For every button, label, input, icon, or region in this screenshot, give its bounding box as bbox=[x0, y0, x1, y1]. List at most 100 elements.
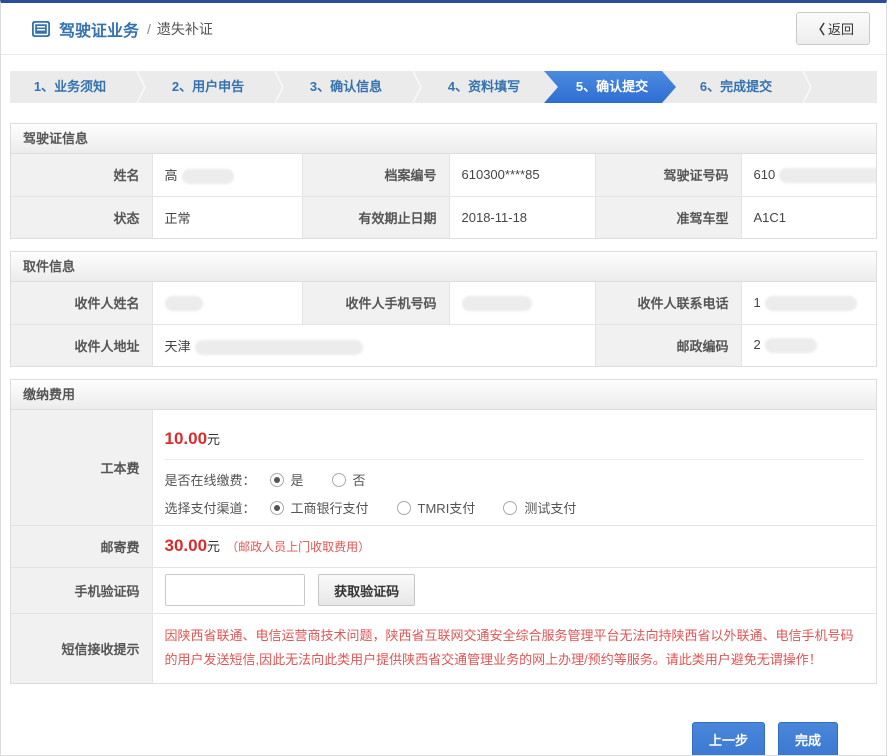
radio-label: 测试支付 bbox=[524, 498, 576, 517]
table-row: 状态 正常 有效期止日期 2018-11-18 准驾车型 A1C1 bbox=[11, 196, 876, 238]
status-label: 状态 bbox=[11, 196, 152, 238]
step-wizard: 1、业务须知 2、用户申告 3、确认信息 4、资料填写 5、确认提交 6、完成提… bbox=[10, 71, 877, 103]
license-number-label: 驾驶证号码 bbox=[595, 154, 741, 196]
header: 驾驶证业务 / 遗失补证 〈返回 bbox=[1, 3, 886, 55]
fees-section: 缴纳费用 工本费 10.00元 是否在线缴费： 是 bbox=[10, 379, 877, 684]
page-title: 驾驶证业务 bbox=[59, 17, 139, 41]
radio-label: 是 bbox=[291, 470, 304, 489]
verification-code-label: 手机验证码 bbox=[11, 567, 152, 613]
sms-notice-content: 因陕西省联通、电信运营商技术问题，陕西省互联网交通安全综合服务管理平台无法向持陕… bbox=[152, 613, 876, 683]
back-button-label: 返回 bbox=[828, 22, 854, 37]
mailing-fee-content: 30.00元（邮政人员上门收取费用） bbox=[152, 525, 876, 567]
radio-label: 工商银行支付 bbox=[291, 498, 369, 517]
postal-code-value: 2 bbox=[741, 324, 876, 366]
recipient-address-value: 天津 bbox=[152, 324, 595, 366]
step-2-user-declaration[interactable]: 2、用户申告 bbox=[148, 71, 268, 103]
vehicle-class-value: A1C1 bbox=[741, 196, 876, 238]
radio-option-tmri-pay[interactable]: TMRI支付 bbox=[397, 498, 476, 517]
expiry-date-value: 2018-11-18 bbox=[449, 196, 595, 238]
step-separator-icon bbox=[130, 71, 148, 103]
breadcrumb-current: 遗失补证 bbox=[157, 19, 213, 39]
name-label: 姓名 bbox=[11, 154, 152, 196]
file-number-label: 档案编号 bbox=[302, 154, 449, 196]
pickup-info-table: 收件人姓名 收件人手机号码 收件人联系电话 1 收件人地址 天津 邮政编码 2 bbox=[11, 282, 876, 366]
redaction-blur bbox=[165, 296, 203, 311]
radio-option-no[interactable]: 否 bbox=[332, 470, 366, 489]
mailing-fee-row: 邮寄费 30.00元（邮政人员上门收取费用） bbox=[11, 525, 876, 567]
payment-channel-question-row: 选择支付渠道： 工商银行支付 TMRI支付 测试支付 bbox=[165, 498, 865, 517]
radio-icon[interactable] bbox=[503, 501, 517, 515]
vehicle-class-label: 准驾车型 bbox=[595, 196, 741, 238]
step-4-fill-data[interactable]: 4、资料填写 bbox=[424, 71, 544, 103]
step-separator-icon bbox=[796, 71, 814, 103]
radio-icon[interactable] bbox=[270, 473, 284, 487]
online-payment-question-row: 是否在线缴费： 是 否 bbox=[165, 470, 865, 489]
radio-option-test-pay[interactable]: 测试支付 bbox=[503, 498, 576, 517]
previous-step-button[interactable]: 上一步 bbox=[692, 722, 765, 756]
redaction-blur bbox=[195, 340, 363, 355]
license-service-icon bbox=[31, 19, 51, 39]
fees-section-title: 缴纳费用 bbox=[11, 380, 876, 410]
fees-table: 工本费 10.00元 是否在线缴费： 是 否 bbox=[11, 410, 876, 683]
recipient-phone-value: 1 bbox=[741, 282, 876, 324]
verification-code-row: 手机验证码 获取验证码 bbox=[11, 567, 876, 613]
mailing-fee-note: （邮政人员上门收取费用） bbox=[226, 540, 370, 554]
expiry-date-label: 有效期止日期 bbox=[302, 196, 449, 238]
page: 驾驶证业务 / 遗失补证 〈返回 1、业务须知 2、用户申告 3、确认信息 4、… bbox=[0, 0, 887, 756]
redaction-blur bbox=[182, 169, 234, 184]
radio-icon[interactable] bbox=[397, 501, 411, 515]
radio-icon[interactable] bbox=[332, 473, 346, 487]
recipient-mobile-label: 收件人手机号码 bbox=[302, 282, 449, 324]
divider bbox=[165, 459, 865, 460]
license-section-title: 驾驶证信息 bbox=[11, 124, 876, 154]
verification-code-input[interactable] bbox=[165, 574, 305, 606]
footer-actions: 上一步 完成 bbox=[1, 722, 838, 756]
redaction-blur bbox=[765, 296, 857, 311]
sms-notice-text: 因陕西省联通、电信运营商技术问题，陕西省互联网交通安全综合服务管理平台无法向持陕… bbox=[165, 614, 865, 683]
step-3-confirm-info[interactable]: 3、确认信息 bbox=[286, 71, 406, 103]
mailing-fee-label: 邮寄费 bbox=[11, 525, 152, 567]
step-1-business-notice[interactable]: 1、业务须知 bbox=[10, 71, 130, 103]
finish-button[interactable]: 完成 bbox=[778, 722, 838, 756]
step-separator-icon bbox=[268, 71, 286, 103]
production-fee-amount: 10.00元 bbox=[165, 417, 865, 459]
pickup-section-title: 取件信息 bbox=[11, 252, 876, 282]
radio-option-yes[interactable]: 是 bbox=[270, 470, 304, 489]
radio-option-icbc-pay[interactable]: 工商银行支付 bbox=[270, 498, 369, 517]
sms-notice-row: 短信接收提示 因陕西省联通、电信运营商技术问题，陕西省互联网交通安全综合服务管理… bbox=[11, 613, 876, 683]
step-6-complete-submit[interactable]: 6、完成提交 bbox=[676, 71, 796, 103]
verification-code-content: 获取验证码 bbox=[152, 567, 876, 613]
recipient-phone-label: 收件人联系电话 bbox=[595, 282, 741, 324]
step-separator-icon bbox=[406, 71, 424, 103]
production-fee-row: 工本费 10.00元 是否在线缴费： 是 否 bbox=[11, 410, 876, 525]
back-button[interactable]: 〈返回 bbox=[796, 12, 870, 45]
step-bar-filler bbox=[814, 71, 877, 103]
recipient-address-label: 收件人地址 bbox=[11, 324, 152, 366]
postal-code-label: 邮政编码 bbox=[595, 324, 741, 366]
recipient-name-value bbox=[152, 282, 302, 324]
license-info-section: 驾驶证信息 姓名 高 档案编号 610300****85 驾驶证号码 610 状… bbox=[10, 123, 877, 239]
recipient-name-label: 收件人姓名 bbox=[11, 282, 152, 324]
production-fee-content: 10.00元 是否在线缴费： 是 否 bbox=[152, 410, 876, 525]
online-payment-question: 是否在线缴费： bbox=[165, 470, 256, 489]
step-5-confirm-submit-active[interactable]: 5、确认提交 bbox=[544, 71, 676, 103]
radio-label: 否 bbox=[353, 470, 366, 489]
breadcrumb-separator: / bbox=[147, 21, 151, 37]
sms-notice-label: 短信接收提示 bbox=[11, 613, 152, 683]
recipient-mobile-value bbox=[449, 282, 595, 324]
table-row: 姓名 高 档案编号 610300****85 驾驶证号码 610 bbox=[11, 154, 876, 196]
production-fee-label: 工本费 bbox=[11, 410, 152, 525]
redaction-blur bbox=[765, 338, 817, 353]
file-number-value: 610300****85 bbox=[449, 154, 595, 196]
license-info-table: 姓名 高 档案编号 610300****85 驾驶证号码 610 状态 正常 有… bbox=[11, 154, 876, 238]
status-value: 正常 bbox=[152, 196, 302, 238]
back-chevron-icon: 〈 bbox=[812, 22, 825, 37]
radio-icon[interactable] bbox=[270, 501, 284, 515]
redaction-blur bbox=[462, 296, 532, 311]
get-verification-code-button[interactable]: 获取验证码 bbox=[318, 574, 415, 606]
payment-channel-question: 选择支付渠道： bbox=[165, 498, 256, 517]
table-row: 收件人地址 天津 邮政编码 2 bbox=[11, 324, 876, 366]
pickup-info-section: 取件信息 收件人姓名 收件人手机号码 收件人联系电话 1 收件人地址 天津 邮政… bbox=[10, 251, 877, 367]
radio-label: TMRI支付 bbox=[418, 498, 476, 517]
license-number-value: 610 bbox=[741, 154, 876, 196]
